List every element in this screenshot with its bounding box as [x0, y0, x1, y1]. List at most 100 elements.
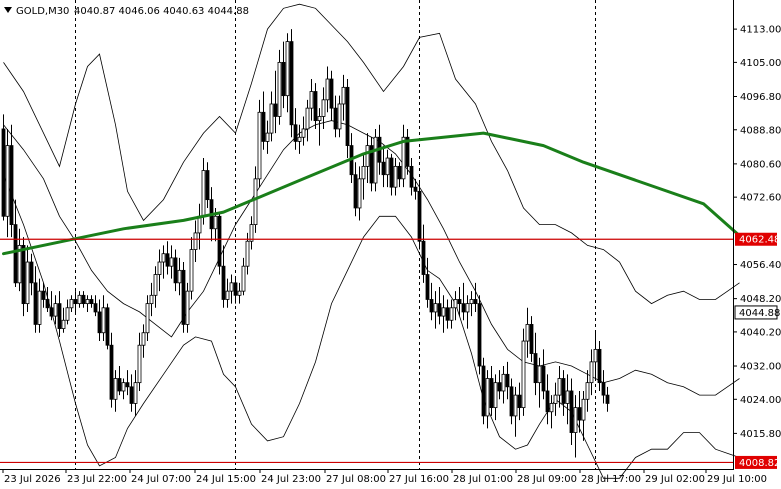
- candle-body-bull: [521, 340, 526, 409]
- price-tick-label: 4072.60: [740, 193, 781, 204]
- candle-body-bull: [321, 99, 326, 117]
- candle-body-bear: [601, 382, 606, 396]
- candle-body-bear: [93, 303, 98, 313]
- candle-body-bear: [425, 274, 430, 300]
- candle-body-bull: [141, 332, 146, 346]
- candle-body-bear: [457, 299, 462, 305]
- candle-body-bull: [485, 378, 490, 417]
- time-tick-label: 23 Jul 22:00: [67, 474, 127, 485]
- candle-body-bear: [289, 41, 294, 126]
- price-chart[interactable]: 4113.00 4105.00 4096.80 4088.80 4080.60 4072.…: [0, 0, 781, 489]
- candle-body-bear: [9, 145, 14, 226]
- candle-body-bull: [161, 253, 166, 263]
- candle-body-bull: [573, 407, 578, 433]
- candle-body-bear: [413, 186, 418, 192]
- candle-body-bull: [65, 307, 70, 321]
- candle-body-bull: [193, 232, 198, 250]
- candle-body-bull: [449, 307, 454, 321]
- candle-body-bear: [173, 257, 178, 284]
- candle-body-bull: [61, 319, 66, 329]
- candle-body-bull: [465, 303, 470, 313]
- candle-body-bear: [97, 311, 102, 334]
- symbol-label: GOLD,M30: [16, 6, 69, 17]
- candle-body-bear: [165, 253, 170, 267]
- candle-body-bear: [109, 344, 114, 400]
- candle-body-bull: [557, 378, 562, 396]
- candle-body-bull: [553, 394, 558, 404]
- candle-body-bull: [149, 294, 154, 305]
- candle-body-bear: [473, 299, 478, 305]
- candle-body-bear: [421, 240, 426, 275]
- candle-body-bear: [509, 386, 514, 417]
- candle-body-bull: [393, 165, 398, 188]
- candle-body-bear: [345, 86, 350, 146]
- candle-body-bear: [41, 290, 46, 300]
- candle-body-bull: [589, 361, 594, 384]
- time-tick-label: 27 Jul 16:00: [389, 474, 449, 485]
- candle-body-bull: [25, 261, 30, 305]
- price-tick-label: 4105.00: [740, 58, 781, 69]
- candle-body-bear: [333, 107, 338, 130]
- candle-body-bull: [365, 145, 370, 167]
- candle-body-bear: [437, 303, 442, 317]
- candle-body-bear: [397, 165, 402, 180]
- candle-body-bull: [113, 378, 118, 400]
- candle-body-bull: [537, 365, 542, 384]
- candle-body-bull: [169, 257, 174, 267]
- candle-body-bear: [489, 378, 494, 409]
- candle-body-bear: [21, 244, 26, 305]
- candle-body-bear: [533, 353, 538, 384]
- candle-body-bear: [105, 307, 110, 346]
- candle-body-bull: [213, 215, 218, 230]
- price-tick-label: 4015.80: [740, 429, 781, 440]
- time-tick-label: 29 Jul 02:00: [645, 474, 705, 485]
- candle-body-bull: [385, 157, 390, 176]
- candle-body-bull: [305, 107, 310, 130]
- candle-body-bull: [565, 390, 570, 404]
- ohlc-values: 4040.87 4046.06 4040.63 4044.88: [74, 6, 249, 17]
- candle-body-bull: [285, 41, 290, 97]
- candle-body-bull: [229, 282, 234, 292]
- candle-body-bull: [301, 128, 306, 138]
- candle-body-bull: [253, 178, 258, 226]
- candle-body-bull: [341, 86, 346, 105]
- candle-body-bear: [481, 365, 486, 417]
- candle-body-bull: [453, 299, 458, 309]
- candle-body-bear: [29, 261, 34, 284]
- candle-body-bull: [241, 265, 246, 292]
- time-tick-label: 28 Jul 01:00: [453, 474, 513, 485]
- price-tick-label: 4096.80: [740, 92, 781, 103]
- candle-body-bear: [129, 386, 134, 404]
- candle-body-bull: [433, 303, 438, 313]
- candle-body-bull: [85, 299, 90, 305]
- candle-body-bull: [309, 91, 314, 109]
- candle-body-bear: [389, 157, 394, 188]
- candle-body-bull: [277, 61, 282, 117]
- candle-body-bull: [157, 261, 162, 275]
- candle-body-bear: [49, 307, 54, 317]
- candle-body-bull: [357, 178, 362, 209]
- candle-body-bull: [189, 249, 194, 292]
- candle-body-bull: [269, 103, 274, 134]
- level-price-label: 4062.48: [739, 235, 780, 246]
- price-tick-label: 4080.60: [740, 159, 781, 170]
- candle-body-bear: [381, 161, 386, 176]
- candle-body-bull: [401, 136, 406, 180]
- time-tick-label: 27 Jul 08:00: [326, 474, 386, 485]
- candle-body-bull: [525, 324, 530, 342]
- candle-body-bear: [181, 269, 186, 325]
- candle-body-bull: [361, 165, 366, 180]
- time-tick-label: 23 Jul 2026: [4, 474, 61, 485]
- price-tick-label: 4113.00: [740, 25, 781, 36]
- candle-body-bear: [89, 299, 94, 305]
- candle-body-bear: [205, 170, 210, 201]
- candle-body-bull: [257, 111, 262, 180]
- candle-body-bear: [545, 390, 550, 413]
- candle-body-bull: [101, 307, 106, 334]
- candle-body-bull: [201, 170, 206, 217]
- candle-body-bull: [177, 269, 182, 284]
- time-tick-label: 28 Jul 09:00: [517, 474, 577, 485]
- candle-body-bull: [501, 373, 506, 392]
- candle-body-bear: [577, 407, 582, 421]
- candle-body-bear: [329, 78, 334, 109]
